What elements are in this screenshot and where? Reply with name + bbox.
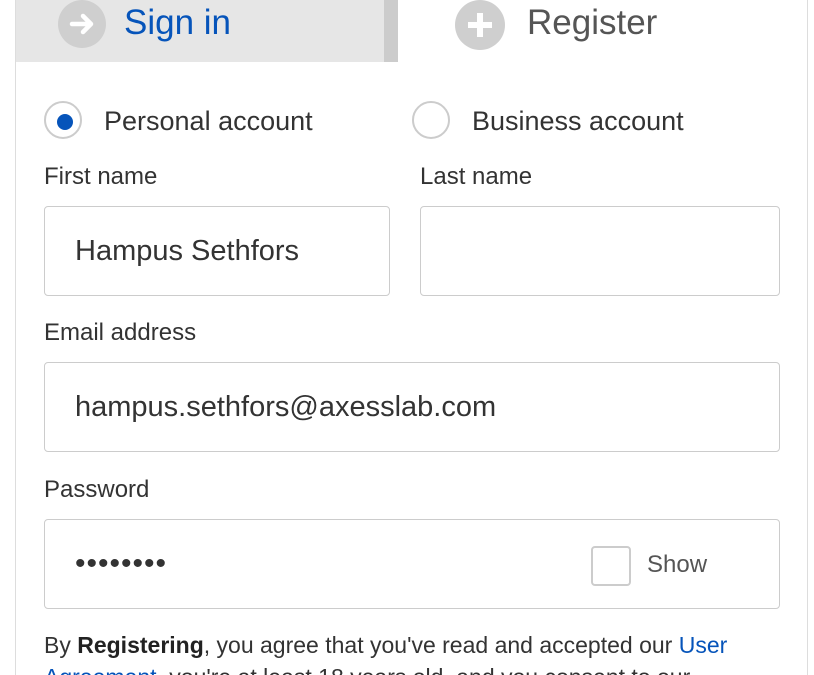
card-right-border bbox=[807, 0, 808, 675]
terms-suffix: , you're at least 18 years old, and you … bbox=[157, 664, 691, 675]
terms-text: By Registering, you agree that you've re… bbox=[44, 629, 784, 675]
terms-prefix: By bbox=[44, 632, 78, 658]
password-label: Password bbox=[44, 476, 150, 503]
show-password-label[interactable]: Show bbox=[647, 550, 707, 580]
business-account-label: Business account bbox=[472, 106, 684, 136]
terms-bold: Registering bbox=[77, 632, 204, 658]
first-name-label: First name bbox=[44, 163, 158, 190]
radio-selected-dot bbox=[57, 114, 73, 130]
arrow-right-circle-icon bbox=[58, 0, 106, 48]
first-name-value: Hampus Sethfors bbox=[75, 234, 300, 267]
business-account-radio[interactable]: Business account bbox=[412, 101, 712, 141]
radio-circle bbox=[44, 101, 82, 139]
first-name-field[interactable]: Hampus Sethfors bbox=[44, 206, 390, 296]
plus-circle-icon bbox=[455, 0, 505, 50]
tab-sign-in[interactable]: Sign in bbox=[16, 0, 398, 62]
last-name-label: Last name bbox=[420, 163, 533, 190]
show-password-checkbox[interactable] bbox=[591, 546, 631, 586]
register-page: Sign in Register Personal account Busine… bbox=[0, 0, 814, 675]
card-left-border bbox=[15, 0, 16, 675]
personal-account-label: Personal account bbox=[104, 106, 313, 136]
terms-middle: , you agree that you've read and accepte… bbox=[203, 632, 679, 658]
last-name-field[interactable] bbox=[420, 206, 780, 296]
tab-sign-in-label: Sign in bbox=[124, 3, 232, 42]
tab-register[interactable]: Register bbox=[398, 0, 807, 62]
email-label: Email address bbox=[44, 319, 197, 346]
radio-circle bbox=[412, 101, 450, 139]
email-field[interactable]: hampus.sethfors@axesslab.com bbox=[44, 362, 780, 452]
password-field[interactable]: •••••••• Show bbox=[44, 519, 780, 609]
tab-register-label: Register bbox=[527, 3, 658, 42]
email-value: hampus.sethfors@axesslab.com bbox=[75, 390, 497, 423]
personal-account-radio[interactable]: Personal account bbox=[44, 101, 344, 141]
password-value: •••••••• bbox=[75, 547, 168, 580]
